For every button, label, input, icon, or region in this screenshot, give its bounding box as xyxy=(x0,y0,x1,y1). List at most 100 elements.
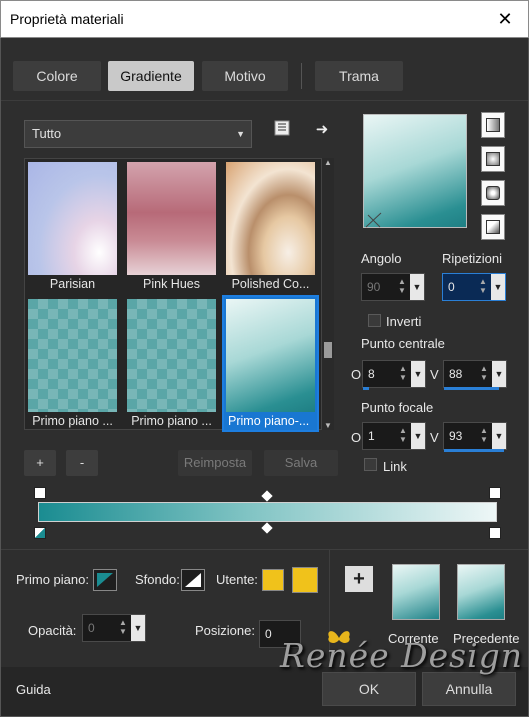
focal-v-spinner[interactable]: 93 ▲ ▼ ▼ xyxy=(443,422,507,452)
gradient-swatch xyxy=(226,162,315,275)
top-left-stop-icon[interactable] xyxy=(34,487,46,499)
focal-o-spinner[interactable]: 1 ▲ ▼ ▼ xyxy=(362,422,426,450)
center-o-label: O xyxy=(351,367,362,382)
gradient-tile[interactable]: Primo piano ... xyxy=(125,297,218,430)
radial-style-icon[interactable] xyxy=(481,214,505,240)
spinner-arrows-icon[interactable]: ▲ ▼ xyxy=(397,364,409,384)
gradient-editor-bar[interactable] xyxy=(38,502,497,522)
angle-value: 90 xyxy=(367,280,381,294)
gradient-preview[interactable] xyxy=(363,114,467,228)
gradient-label: Primo piano ... xyxy=(32,414,113,428)
save-button[interactable]: Salva xyxy=(264,450,338,476)
sunburst-style-icon[interactable] xyxy=(481,180,505,206)
title-bar: Proprietà materiali ✕ xyxy=(0,0,529,38)
chevron-down-icon: ▼ xyxy=(236,129,245,139)
link-label: Link xyxy=(383,459,407,474)
gradient-swatch xyxy=(127,162,216,275)
position-value: 0 xyxy=(265,627,272,641)
user-swatch[interactable] xyxy=(262,569,284,591)
center-o-value: 8 xyxy=(368,367,375,381)
color-stop-left-icon[interactable] xyxy=(34,527,46,539)
add-gradient-button[interactable]: + xyxy=(24,450,56,476)
repeats-spinner[interactable]: 0 ▲ ▼ ▼ xyxy=(442,273,506,301)
library-scrollbar[interactable]: ▲ ▼ xyxy=(322,158,334,430)
focal-o-label: O xyxy=(351,430,362,445)
category-dropdown[interactable]: Tutto ▼ xyxy=(24,120,252,148)
category-value: Tutto xyxy=(32,126,62,141)
focal-v-value: 93 xyxy=(449,429,463,443)
chevron-down-icon[interactable]: ▼ xyxy=(131,615,145,641)
top-right-stop-icon[interactable] xyxy=(489,487,501,499)
user-swatch-large[interactable] xyxy=(292,567,318,593)
help-link[interactable]: Guida xyxy=(16,682,51,697)
center-o-spinner[interactable]: 8 ▲ ▼ ▼ xyxy=(362,360,426,390)
divider xyxy=(1,549,528,550)
gradient-tile[interactable]: Parisian xyxy=(26,160,119,293)
gradient-tile[interactable]: Primo piano ... xyxy=(26,297,119,430)
chevron-down-icon[interactable]: ▼ xyxy=(410,274,424,300)
center-v-spinner[interactable]: 88 ▲ ▼ ▼ xyxy=(443,360,507,390)
background-swatch[interactable] xyxy=(181,569,205,591)
gradient-tile-selected[interactable]: Primo piano-... xyxy=(222,295,319,432)
rectangular-style-icon[interactable] xyxy=(481,146,505,172)
cancel-button[interactable]: Annulla xyxy=(422,672,516,706)
center-v-value: 88 xyxy=(449,367,463,381)
center-point-label: Punto centrale xyxy=(361,336,445,351)
spinner-arrows-icon[interactable]: ▲ ▼ xyxy=(117,618,129,638)
scroll-down-icon[interactable]: ▼ xyxy=(322,421,334,430)
gradient-label: Parisian xyxy=(49,277,96,291)
gradient-tile[interactable]: Polished Co... xyxy=(224,160,317,293)
chevron-down-icon[interactable]: ▼ xyxy=(492,423,506,449)
focal-o-value: 1 xyxy=(368,429,375,443)
tab-trama[interactable]: Trama xyxy=(315,61,403,91)
reset-button[interactable]: Reimposta xyxy=(178,450,252,476)
library-icon[interactable] xyxy=(271,120,293,142)
chevron-down-icon[interactable]: ▼ xyxy=(492,361,506,387)
gradient-label: Primo piano-... xyxy=(228,414,310,428)
tab-colore[interactable]: Colore xyxy=(13,61,101,91)
gradient-swatch xyxy=(28,299,117,412)
foreground-swatch[interactable] xyxy=(93,569,117,591)
tab-motivo[interactable]: Motivo xyxy=(202,61,288,91)
linear-style-icon[interactable] xyxy=(481,112,505,138)
tab-gradiente[interactable]: Gradiente xyxy=(108,61,194,91)
link-checkbox[interactable] xyxy=(364,458,377,471)
opacity-value: 0 xyxy=(88,621,95,635)
close-icon[interactable]: ✕ xyxy=(490,5,520,33)
center-v-label: V xyxy=(430,367,439,382)
spinner-arrows-icon[interactable]: ▲ ▼ xyxy=(478,426,490,446)
ok-button[interactable]: OK xyxy=(322,672,416,706)
previous-swatch[interactable] xyxy=(457,564,505,620)
focal-v-level-bar xyxy=(444,449,504,452)
spinner-arrows-icon[interactable]: ▲ ▼ xyxy=(477,277,489,297)
add-to-swatches-button[interactable]: + xyxy=(345,566,373,592)
background-label: Sfondo: xyxy=(135,572,180,587)
angle-spinner[interactable]: 90 ▲ ▼ ▼ xyxy=(361,273,425,301)
gradient-swatch xyxy=(127,299,216,412)
spinner-arrows-icon[interactable]: ▲ ▼ xyxy=(397,426,409,446)
color-stop-right-icon[interactable] xyxy=(489,527,501,539)
remove-gradient-button[interactable]: - xyxy=(66,450,98,476)
repeats-value: 0 xyxy=(448,280,455,294)
gradient-tile[interactable]: Pink Hues xyxy=(125,160,218,293)
tab-divider xyxy=(301,63,302,89)
watermark: Renée Design xyxy=(280,636,524,675)
chevron-down-icon[interactable]: ▼ xyxy=(411,361,425,387)
user-label: Utente: xyxy=(216,572,258,587)
center-o-level-bar xyxy=(363,387,369,390)
gradient-swatch xyxy=(226,299,315,412)
current-swatch xyxy=(392,564,440,620)
arrow-right-icon[interactable]: ➜ xyxy=(311,119,333,141)
scrollbar-thumb[interactable] xyxy=(324,342,332,358)
gradient-library: Parisian Pink Hues Polished Co... Primo … xyxy=(24,158,322,432)
chevron-down-icon[interactable]: ▼ xyxy=(491,274,505,300)
opacity-label: Opacità: xyxy=(28,623,77,638)
spinner-arrows-icon[interactable]: ▲ ▼ xyxy=(478,364,490,384)
spinner-arrows-icon[interactable]: ▲ ▼ xyxy=(396,277,408,297)
scroll-up-icon[interactable]: ▲ xyxy=(322,158,334,167)
invert-checkbox[interactable] xyxy=(368,314,381,327)
focal-v-label: V xyxy=(430,430,439,445)
opacity-spinner[interactable]: 0 ▲ ▼ ▼ xyxy=(82,614,146,642)
chevron-down-icon[interactable]: ▼ xyxy=(411,423,425,449)
focal-point-label: Punto focale xyxy=(361,400,434,415)
